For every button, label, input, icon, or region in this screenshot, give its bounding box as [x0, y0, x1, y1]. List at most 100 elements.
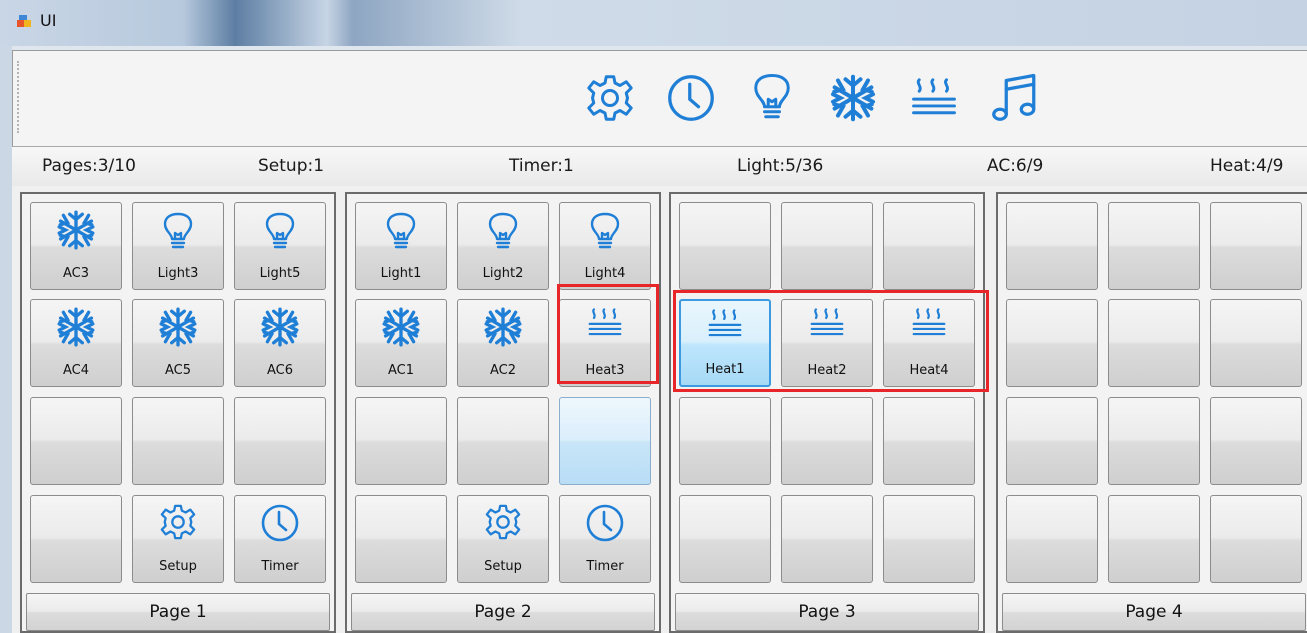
snowflake-icon	[157, 306, 199, 348]
device-button-label: Heat3	[585, 363, 625, 378]
device-button-setup[interactable]: Setup	[457, 495, 549, 583]
device-button-heat2[interactable]: Heat2	[781, 299, 873, 387]
empty-slot-button[interactable]	[1108, 202, 1200, 290]
empty-slot-button[interactable]	[1108, 299, 1200, 387]
device-button-heat3[interactable]: Heat3	[559, 299, 651, 387]
empty-slot-button[interactable]	[1108, 495, 1200, 583]
device-button-label: Timer	[261, 559, 299, 574]
page-button-4[interactable]: Page 4	[1002, 593, 1306, 631]
page-button-1[interactable]: Page 1	[26, 593, 330, 631]
device-button-ac1[interactable]: AC1	[355, 299, 447, 387]
device-button-label: Heat1	[705, 362, 745, 377]
device-button-ac2[interactable]: AC2	[457, 299, 549, 387]
lightbulb-icon[interactable]	[747, 73, 797, 123]
heater-icon	[582, 306, 628, 340]
status-ac: AC:6/9	[987, 156, 1044, 176]
lightbulb-icon	[260, 209, 300, 255]
window-title: UI	[40, 11, 57, 30]
pages-area: AC3 Light3 Light5 AC4 AC5 AC6 Setup Timer Page 1…	[12, 186, 1307, 633]
empty-slot-button[interactable]	[30, 495, 122, 583]
app-icon	[17, 15, 31, 27]
empty-slot-button[interactable]	[679, 202, 771, 290]
device-button-timer[interactable]: Timer	[559, 495, 651, 583]
window-frame	[0, 46, 12, 633]
device-button-heat1[interactable]: Heat1	[679, 299, 771, 387]
gear-icon[interactable]	[585, 73, 635, 123]
device-button-light3[interactable]: Light3	[132, 202, 224, 290]
heater-icon[interactable]	[909, 73, 959, 123]
empty-slot-button[interactable]	[883, 202, 975, 290]
device-button-light5[interactable]: Light5	[234, 202, 326, 290]
empty-slot-button[interactable]	[234, 397, 326, 485]
device-button-label: AC4	[62, 363, 89, 378]
empty-slot-button[interactable]	[1108, 397, 1200, 485]
empty-slot-button[interactable]	[355, 397, 447, 485]
snowflake-icon	[259, 306, 301, 348]
device-button-label: Heat2	[807, 363, 847, 378]
page-panel-1: AC3 Light3 Light5 AC4 AC5 AC6 Setup Timer Page 1	[20, 192, 336, 633]
empty-slot-button[interactable]	[679, 495, 771, 583]
empty-slot-button[interactable]	[1006, 397, 1098, 485]
snowflake-icon	[380, 306, 422, 348]
device-button-label: Setup	[159, 559, 197, 574]
empty-slot-button[interactable]	[355, 495, 447, 583]
lightbulb-icon	[585, 209, 625, 255]
device-button-label: Light3	[157, 266, 199, 281]
empty-slot-button[interactable]	[1006, 495, 1098, 583]
empty-slot-button[interactable]	[883, 495, 975, 583]
empty-slot-button[interactable]	[1210, 299, 1302, 387]
page-button-2[interactable]: Page 2	[351, 593, 655, 631]
lightbulb-icon	[483, 209, 523, 255]
device-button-label: AC6	[266, 363, 293, 378]
device-button-ac5[interactable]: AC5	[132, 299, 224, 387]
empty-slot-button[interactable]	[30, 397, 122, 485]
device-button-timer[interactable]: Timer	[234, 495, 326, 583]
device-button-label: AC3	[62, 266, 89, 281]
device-button-ac6[interactable]: AC6	[234, 299, 326, 387]
toolbar-grip[interactable]	[17, 61, 22, 133]
clock-icon	[260, 502, 300, 544]
device-button-label: Light1	[380, 266, 422, 281]
page-button-3[interactable]: Page 3	[675, 593, 979, 631]
page-panel-3: Heat1 Heat2 Heat4 Page 3	[669, 192, 985, 633]
lightbulb-icon	[158, 209, 198, 255]
empty-slot-button[interactable]	[1006, 299, 1098, 387]
status-timer: Timer:1	[509, 156, 574, 176]
music-note-icon[interactable]	[990, 73, 1040, 123]
status-bar: Pages:3/10 Setup:1 Timer:1 Light:5/36 AC…	[12, 146, 1307, 188]
empty-slot-button[interactable]	[1006, 202, 1098, 290]
empty-slot-button[interactable]	[883, 397, 975, 485]
clock-icon[interactable]	[666, 73, 716, 123]
device-button-heat4[interactable]: Heat4	[883, 299, 975, 387]
empty-slot-button[interactable]	[1210, 397, 1302, 485]
empty-slot-button[interactable]	[781, 397, 873, 485]
title-bar: UI	[0, 0, 1307, 46]
empty-slot-button[interactable]	[559, 397, 651, 485]
gear-icon	[484, 502, 522, 542]
empty-slot-button[interactable]	[132, 397, 224, 485]
page-panel-4: Page 4	[996, 192, 1307, 633]
empty-slot-button[interactable]	[781, 202, 873, 290]
empty-slot-button[interactable]	[679, 397, 771, 485]
status-heat: Heat:4/9	[1210, 156, 1284, 176]
empty-slot-button[interactable]	[1210, 495, 1302, 583]
snowflake-icon[interactable]	[828, 73, 878, 123]
device-button-label: AC5	[164, 363, 191, 378]
heater-icon	[906, 306, 952, 340]
device-button-label: Setup	[484, 559, 522, 574]
status-setup: Setup:1	[258, 156, 325, 176]
device-button-ac4[interactable]: AC4	[30, 299, 122, 387]
device-button-label: Timer	[586, 559, 624, 574]
device-button-light2[interactable]: Light2	[457, 202, 549, 290]
status-pages: Pages:3/10	[42, 156, 136, 176]
heater-icon	[804, 306, 850, 340]
empty-slot-button[interactable]	[1210, 202, 1302, 290]
empty-slot-button[interactable]	[781, 495, 873, 583]
device-button-label: Light2	[482, 266, 524, 281]
device-button-ac3[interactable]: AC3	[30, 202, 122, 290]
heater-icon	[702, 307, 748, 341]
empty-slot-button[interactable]	[457, 397, 549, 485]
device-button-light4[interactable]: Light4	[559, 202, 651, 290]
device-button-light1[interactable]: Light1	[355, 202, 447, 290]
device-button-setup[interactable]: Setup	[132, 495, 224, 583]
